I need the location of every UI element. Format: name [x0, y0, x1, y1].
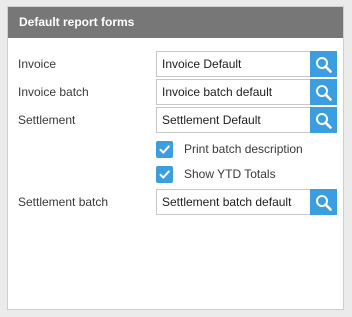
settlement-row: Settlement Settlement Default	[8, 107, 343, 133]
invoice-search-button[interactable]	[310, 51, 337, 77]
check-icon	[159, 145, 170, 154]
show-ytd-totals-label: Show YTD Totals	[184, 167, 276, 181]
settlement-label: Settlement	[18, 113, 76, 127]
invoice-batch-search-button[interactable]	[310, 79, 337, 105]
settlement-batch-field[interactable]: Settlement batch default	[156, 189, 337, 215]
settlement-batch-search-button[interactable]	[310, 189, 337, 215]
invoice-field[interactable]: Invoice Default	[156, 51, 337, 77]
invoice-batch-field[interactable]: Invoice batch default	[156, 79, 337, 105]
settlement-search-button[interactable]	[310, 107, 337, 133]
invoice-value: Invoice Default	[162, 57, 242, 71]
search-icon	[316, 194, 332, 211]
print-batch-description-label: Print batch description	[184, 142, 303, 156]
search-icon	[316, 56, 332, 73]
settlement-field[interactable]: Settlement Default	[156, 107, 337, 133]
invoice-label: Invoice	[18, 57, 57, 71]
invoice-batch-label: Invoice batch	[18, 85, 89, 99]
settlement-batch-label: Settlement batch	[18, 195, 109, 209]
default-report-forms-panel: Default report forms Invoice Invoice Def…	[7, 6, 344, 310]
settlement-value: Settlement Default	[162, 113, 261, 127]
settlement-batch-row: Settlement batch Settlement batch defaul…	[8, 189, 343, 215]
search-icon	[316, 84, 332, 101]
print-batch-description-checkbox[interactable]	[156, 141, 173, 158]
invoice-row: Invoice Invoice Default	[8, 51, 343, 77]
invoice-batch-row: Invoice batch Invoice batch default	[8, 79, 343, 105]
check-icon	[159, 170, 170, 179]
search-icon	[316, 112, 332, 129]
settlement-batch-value: Settlement batch default	[162, 195, 292, 209]
invoice-batch-value: Invoice batch default	[162, 85, 273, 99]
panel-title: Default report forms	[8, 7, 343, 38]
show-ytd-totals-checkbox[interactable]	[156, 166, 173, 183]
